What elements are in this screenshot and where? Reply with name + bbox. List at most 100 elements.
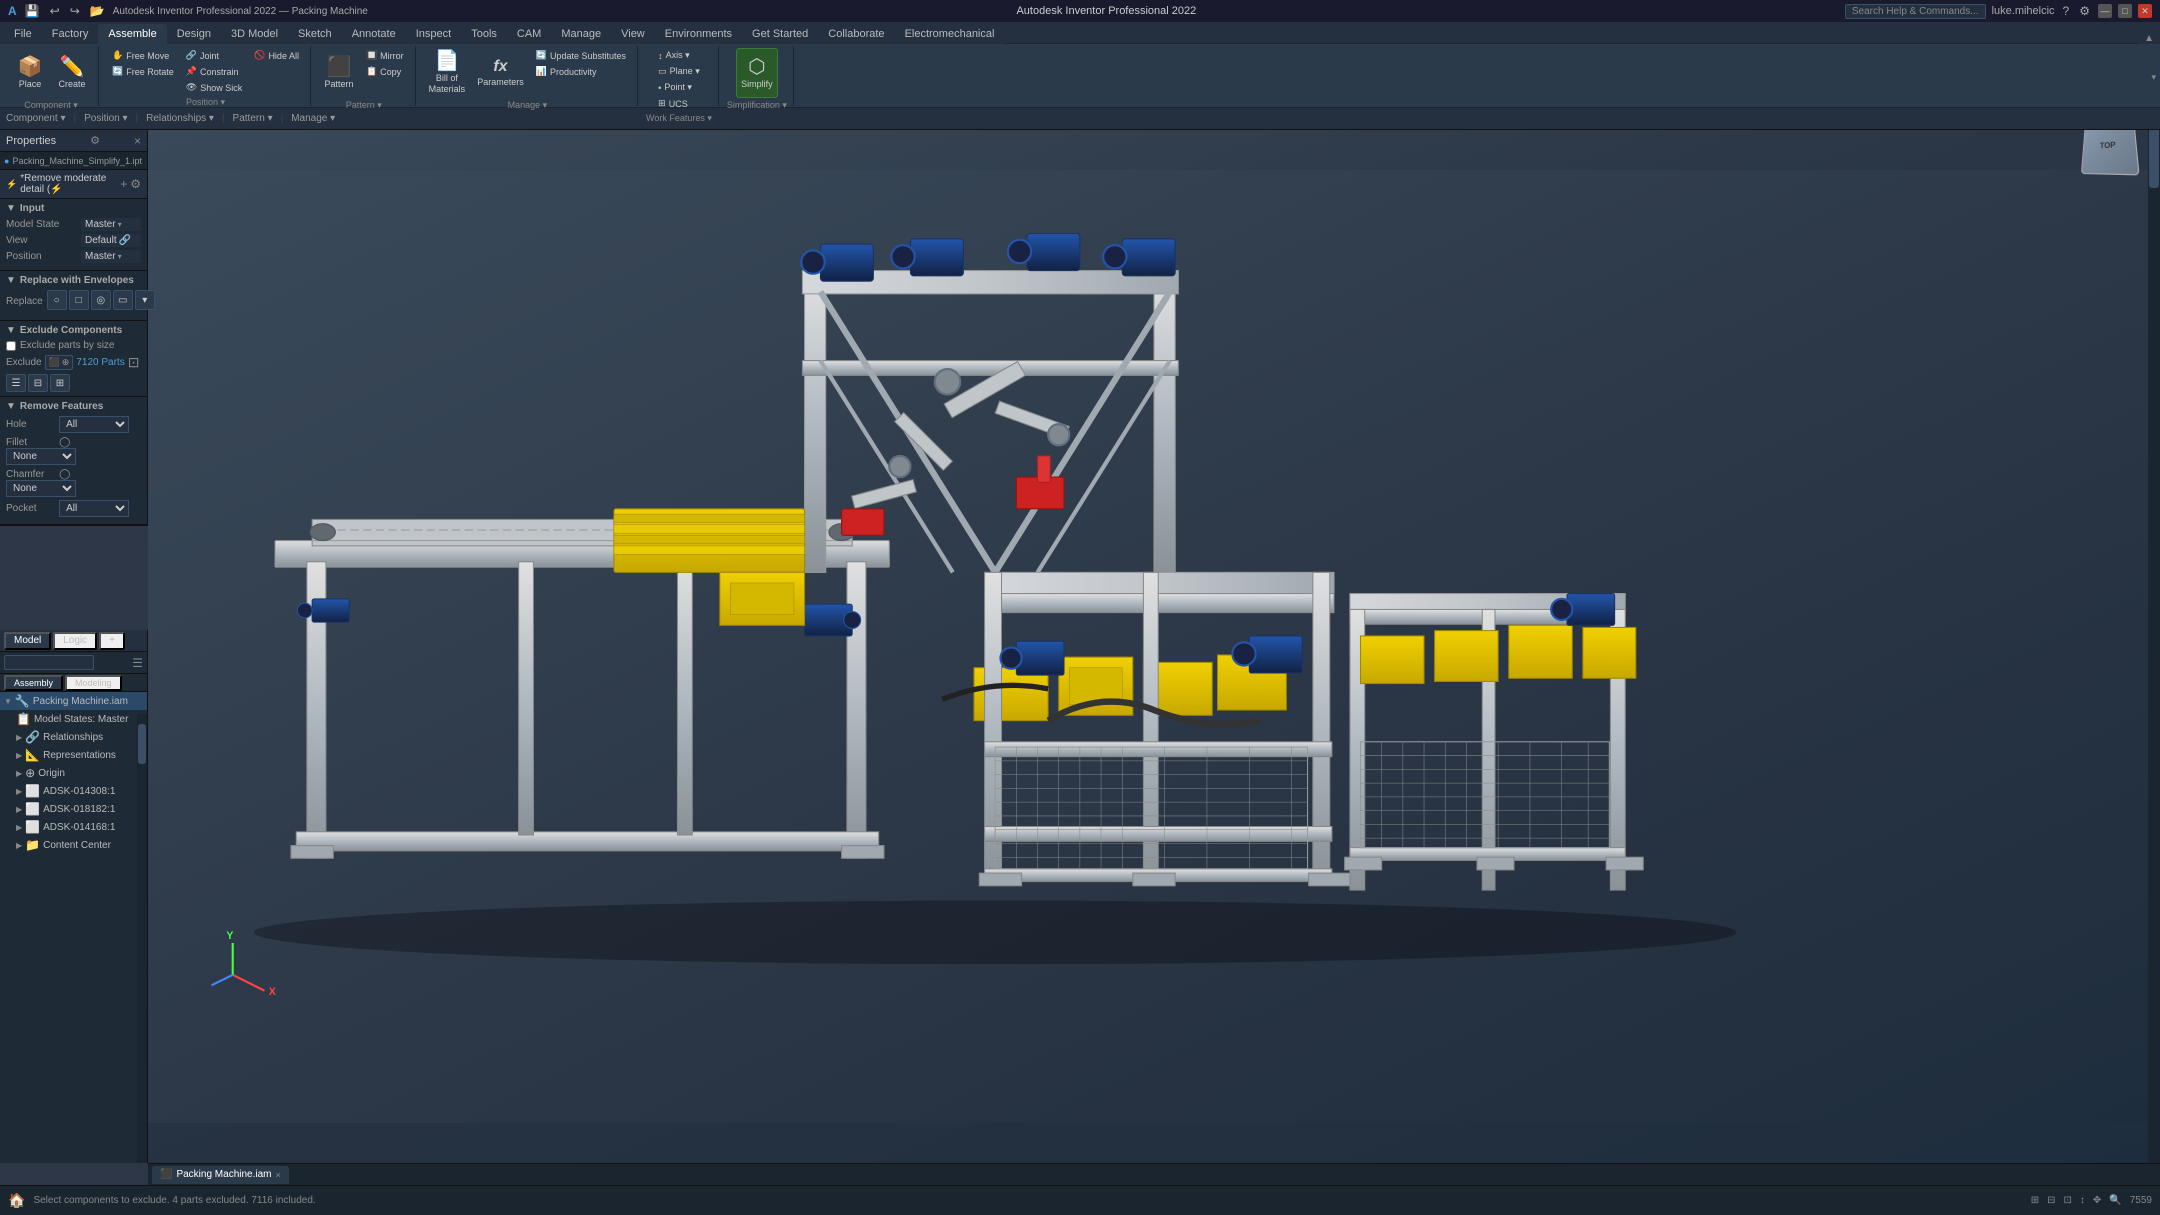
tab-add[interactable]: +: [99, 632, 125, 650]
properties-close-icon[interactable]: ×: [134, 134, 141, 148]
tree-item-adsk1[interactable]: ▶ ⬜ ADSK-014308:1: [0, 782, 147, 800]
quick-access-save[interactable]: 💾: [23, 3, 42, 19]
update-substitutes-button[interactable]: 🔄 Update Substitutes: [531, 48, 631, 63]
tree-item-adsk2[interactable]: ▶ ⬜ ADSK-018182:1: [0, 800, 147, 818]
pattern-button[interactable]: ⬛ Pattern: [319, 48, 359, 98]
place-button[interactable]: 📦 Place: [10, 48, 50, 98]
input-section-header[interactable]: ▼ Input: [6, 203, 141, 214]
free-rotate-button[interactable]: 🔄 Free Rotate: [107, 64, 179, 79]
hole-select[interactable]: All: [59, 416, 129, 433]
fillet-select[interactable]: None: [6, 448, 76, 465]
constrain-button[interactable]: 📌 Constrain: [181, 64, 247, 79]
relationships-dropdown[interactable]: Relationships ▾: [146, 113, 214, 124]
simplify-button[interactable]: ⬡ Simplify: [736, 48, 778, 98]
nav-btn-fit[interactable]: ⊡: [2064, 1195, 2072, 1206]
tab-electromechanical[interactable]: Electromechanical: [895, 24, 1005, 44]
plane-button[interactable]: ▭ Plane ▾: [653, 64, 705, 79]
tab-annotate[interactable]: Annotate: [342, 24, 406, 44]
exclude-filter-btn[interactable]: ⊟: [28, 374, 48, 392]
tab-design[interactable]: Design: [167, 24, 221, 44]
viewport-tab-packing-machine[interactable]: ⬛ Packing Machine.iam ×: [152, 1166, 289, 1184]
nav-btn-rotate[interactable]: ↕: [2080, 1195, 2085, 1206]
parameters-button[interactable]: fx Parameters: [472, 48, 529, 98]
chamfer-select[interactable]: None: [6, 480, 76, 497]
ribbon-collapse-icon[interactable]: ▲: [2138, 33, 2160, 44]
exclude-by-size-checkbox[interactable]: [6, 341, 16, 351]
tree-item-model-states[interactable]: 📋 Model States: Master: [0, 710, 147, 728]
nav-btn-zoom-out[interactable]: ⊟: [2047, 1195, 2055, 1206]
viewport-vscrollbar[interactable]: [2148, 108, 2160, 1185]
close-btn[interactable]: ✕: [2138, 4, 2152, 18]
pocket-select[interactable]: All: [59, 500, 129, 517]
minimize-btn[interactable]: —: [2098, 4, 2112, 18]
section-add-icon[interactable]: +: [120, 177, 127, 191]
replace-sphere-btn[interactable]: ◎: [91, 290, 111, 310]
view-link-icon[interactable]: 🔗: [119, 235, 131, 246]
nav-btn-grid[interactable]: ⊞: [2031, 1195, 2039, 1206]
point-button[interactable]: • Point ▾: [653, 80, 705, 95]
free-move-button[interactable]: ✋ Free Move: [107, 48, 179, 63]
tab-getstarted[interactable]: Get Started: [742, 24, 818, 44]
tab-3dmodel[interactable]: 3D Model: [221, 24, 288, 44]
productivity-button[interactable]: 📊 Productivity: [531, 64, 631, 79]
tree-item-origin[interactable]: ▶ ⊕ Origin: [0, 764, 147, 782]
tab-factory[interactable]: Factory: [42, 24, 99, 44]
joint-button[interactable]: 🔗 Joint: [181, 48, 247, 63]
viewport-vscrollbar-thumb[interactable]: [2149, 128, 2159, 188]
tab-cam[interactable]: CAM: [507, 24, 551, 44]
tree-item-adsk3[interactable]: ▶ ⬜ ADSK-014168:1: [0, 818, 147, 836]
axis-button[interactable]: ↕ Axis ▾: [653, 48, 705, 63]
tab-logic[interactable]: Logic: [53, 632, 97, 650]
tab-view[interactable]: View: [611, 24, 655, 44]
panel-menu-icon[interactable]: ☰: [132, 656, 143, 670]
tree-scrollbar[interactable]: [137, 714, 147, 1163]
replace-more-btn[interactable]: ▾: [135, 290, 155, 310]
position-value[interactable]: Master ▾: [81, 250, 141, 263]
quick-access-undo[interactable]: ↩: [48, 3, 62, 19]
component-dropdown[interactable]: Component ▾: [6, 113, 66, 124]
model-state-value[interactable]: Master ▾: [81, 218, 141, 231]
maximize-btn[interactable]: □: [2118, 4, 2132, 18]
tree-item-relationships[interactable]: ▶ 🔗 Relationships: [0, 728, 147, 746]
manage-dropdown[interactable]: Manage ▾: [291, 113, 335, 124]
view-value[interactable]: Default 🔗: [81, 234, 141, 247]
tab-sketch[interactable]: Sketch: [288, 24, 342, 44]
exclude-list-btn[interactable]: ☰: [6, 374, 26, 392]
home-icon[interactable]: 🏠: [8, 1192, 25, 1209]
ucs-button[interactable]: ⊞ UCS: [653, 96, 705, 111]
viewport[interactable]: X Y TOP: [148, 108, 2160, 1185]
search-box[interactable]: Search Help & Commands...: [1845, 4, 1986, 19]
remove-section-header[interactable]: ▼ Remove Features: [6, 401, 141, 412]
tree-scrollbar-thumb[interactable]: [138, 724, 146, 764]
settings-icon[interactable]: ⚙: [2077, 3, 2092, 19]
show-sick-button[interactable]: 👁 Show Sick: [181, 80, 247, 95]
replace-cylinder-btn[interactable]: ▭: [113, 290, 133, 310]
hide-all-button[interactable]: 🚫 Hide All: [249, 48, 304, 63]
ribbon-options[interactable]: ▾: [2151, 72, 2156, 83]
section-settings-icon[interactable]: ⚙: [130, 177, 141, 191]
tab-tools[interactable]: Tools: [461, 24, 507, 44]
mirror-button[interactable]: 🔲 Mirror: [361, 48, 409, 63]
tab-manage[interactable]: Manage: [551, 24, 611, 44]
properties-settings-icon[interactable]: ⚙: [90, 134, 100, 147]
exclude-input[interactable]: ⬛ ⊕: [45, 355, 74, 370]
replace-section-header[interactable]: ▼ Replace with Envelopes: [6, 275, 141, 286]
tab-environments[interactable]: Environments: [655, 24, 742, 44]
tree-item-content-center[interactable]: ▶ 📁 Content Center: [0, 836, 147, 854]
tab-inspect[interactable]: Inspect: [406, 24, 461, 44]
tab-file[interactable]: File: [4, 24, 42, 44]
tab-model[interactable]: Model: [4, 632, 51, 650]
tree-search-input[interactable]: [4, 655, 94, 670]
position-dropdown[interactable]: Position ▾: [84, 113, 127, 124]
quick-access-open[interactable]: 📂: [88, 3, 107, 19]
pattern-dropdown[interactable]: Pattern ▾: [233, 113, 273, 124]
tree-item-representations[interactable]: ▶ 📐 Representations: [0, 746, 147, 764]
modeling-subtab[interactable]: Modeling: [65, 675, 122, 691]
quick-access-redo[interactable]: ↪: [68, 3, 82, 19]
replace-box-btn[interactable]: □: [69, 290, 89, 310]
create-button[interactable]: ✏️ Create: [52, 48, 92, 98]
bill-of-materials-button[interactable]: 📄 Bill ofMaterials: [424, 48, 471, 98]
assembly-subtab[interactable]: Assembly: [4, 675, 63, 691]
tab-assemble[interactable]: Assemble: [98, 24, 166, 44]
nav-btn-pan[interactable]: ✥: [2093, 1195, 2101, 1206]
